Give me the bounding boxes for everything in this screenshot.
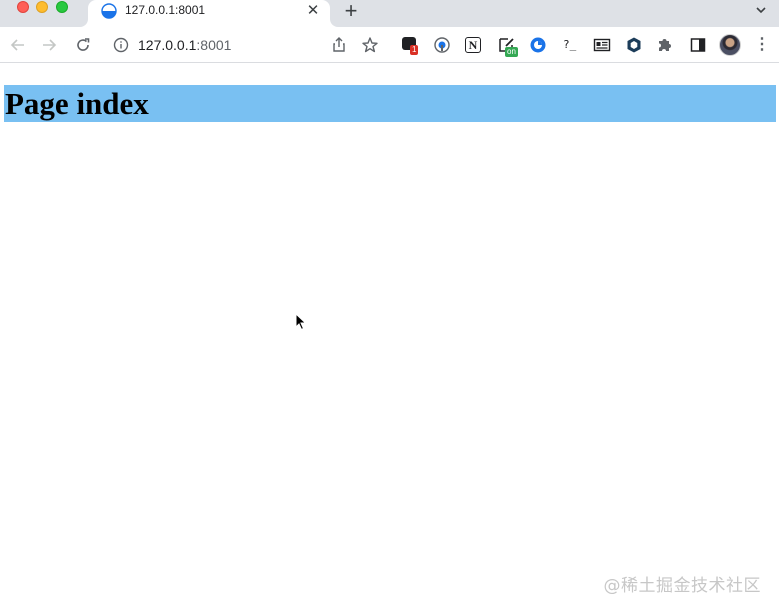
- star-icon[interactable]: [361, 36, 379, 54]
- page-title: Page index: [4, 85, 776, 122]
- extension-notion[interactable]: N: [465, 37, 481, 53]
- extension-blue-circle[interactable]: [529, 36, 547, 54]
- plus-icon[interactable]: +: [340, 0, 362, 23]
- kebab-menu-icon[interactable]: ⋮: [754, 36, 770, 54]
- tab-strip: 127.0.0.1:8001 ✕ +: [0, 0, 779, 27]
- arrow-left-icon[interactable]: [8, 35, 28, 55]
- arrow-right-icon[interactable]: [39, 35, 59, 55]
- address-bar[interactable]: 127.0.0.1:8001: [138, 37, 231, 53]
- browser-tab-active[interactable]: 127.0.0.1:8001 ✕: [88, 0, 330, 27]
- extension-edit-on[interactable]: on: [498, 36, 518, 57]
- watermark: @稀土掘金技术社区: [603, 576, 761, 596]
- extension-badge-count: 1: [410, 45, 419, 55]
- extension-hex[interactable]: [625, 36, 643, 54]
- share-icon[interactable]: [330, 36, 348, 54]
- extension-badge-1[interactable]: 1: [401, 36, 419, 55]
- extension-notion-glyph: N: [468, 38, 478, 52]
- close-window-button[interactable]: [17, 1, 29, 13]
- globe-half-blue-icon: [101, 3, 117, 19]
- extension-password[interactable]: [433, 36, 451, 54]
- extension-on-badge: on: [505, 47, 518, 57]
- puzzle-icon[interactable]: [656, 36, 674, 54]
- page-viewport: Page index @稀土掘金技术社区: [0, 64, 779, 602]
- extension-reader[interactable]: [593, 36, 611, 54]
- chevron-down-icon[interactable]: [752, 3, 770, 21]
- browser-toolbar: 127.0.0.1:8001 1 N on ?_ ⋮: [0, 27, 779, 63]
- info-circle-icon[interactable]: [113, 37, 129, 53]
- profile-avatar[interactable]: [719, 34, 741, 56]
- close-icon[interactable]: ✕: [304, 2, 322, 20]
- maximize-window-button[interactable]: [56, 1, 68, 13]
- minimize-window-button[interactable]: [36, 1, 48, 13]
- extension-terminal[interactable]: ?_: [563, 36, 581, 54]
- mouse-cursor-icon: [295, 313, 307, 331]
- reload-icon[interactable]: [73, 35, 93, 55]
- address-port: :8001: [196, 37, 232, 53]
- tab-title: 127.0.0.1:8001: [125, 3, 206, 17]
- side-panel-icon[interactable]: [689, 36, 707, 54]
- extension-terminal-glyph: ?_: [563, 38, 577, 51]
- address-host: 127.0.0.1: [138, 37, 197, 53]
